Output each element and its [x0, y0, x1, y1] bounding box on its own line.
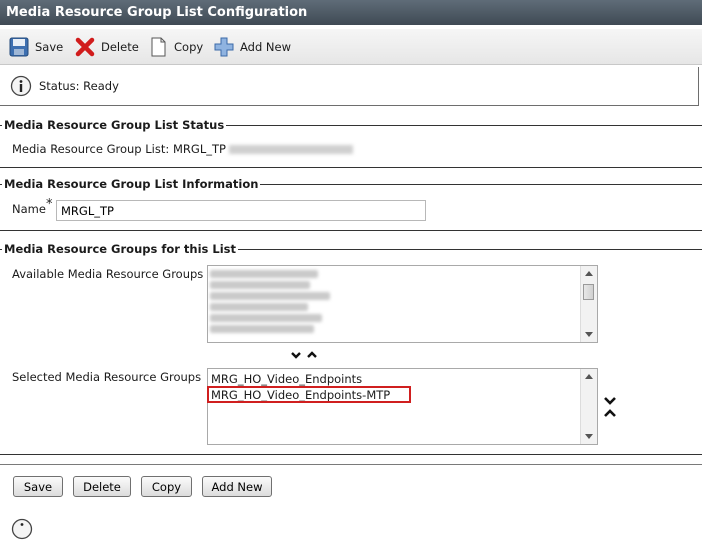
- toolbar-add-new-button[interactable]: Add New: [213, 36, 291, 58]
- selected-groups-label: Selected Media Resource Groups: [12, 370, 202, 384]
- toolbar-add-new-label: Add New: [240, 40, 292, 54]
- mrgl-status-legend: Media Resource Group List Status: [4, 118, 225, 132]
- scroll-up-icon[interactable]: [585, 374, 593, 379]
- status-text: Status: Ready: [39, 79, 119, 93]
- scroll-up-icon[interactable]: [585, 271, 593, 276]
- redacted-text: [229, 145, 353, 154]
- divider: [0, 464, 702, 465]
- selected-scrollbar[interactable]: [580, 369, 597, 444]
- selection-highlight: [207, 386, 411, 403]
- toolbar: Save Delete Copy Add New: [0, 29, 702, 65]
- toolbar-delete-button[interactable]: Delete: [74, 36, 139, 58]
- required-mark: *: [46, 197, 53, 212]
- toolbar-copy-label: Copy: [174, 40, 204, 54]
- name-input[interactable]: [56, 200, 426, 221]
- available-groups-label: Available Media Resource Groups: [12, 267, 204, 281]
- info-icon: [10, 75, 32, 97]
- move-arrows-icon[interactable]: [290, 350, 320, 360]
- scroll-down-icon[interactable]: [585, 332, 593, 337]
- window-title: Media Resource Group List Configuration: [0, 0, 702, 25]
- toolbar-delete-label: Delete: [101, 40, 139, 54]
- mrgl-status-value: MRGL_TP: [173, 142, 226, 156]
- available-scrollbar[interactable]: [580, 266, 597, 342]
- list-item[interactable]: MRG_HO_Video_Endpoints: [211, 372, 362, 386]
- save-icon: [9, 37, 29, 57]
- available-groups-list[interactable]: [207, 265, 598, 343]
- delete-button[interactable]: Delete: [73, 476, 131, 497]
- toolbar-copy-button[interactable]: Copy: [147, 36, 203, 58]
- list-item[interactable]: [210, 292, 330, 300]
- mrgl-info-legend: Media Resource Group List Information: [4, 177, 259, 191]
- list-item[interactable]: [210, 325, 314, 333]
- copy-button[interactable]: Copy: [141, 476, 192, 497]
- copy-icon: [151, 37, 166, 57]
- scroll-thumb[interactable]: [583, 284, 594, 300]
- add-icon: [214, 37, 234, 57]
- list-item[interactable]: [210, 281, 310, 289]
- scroll-down-icon[interactable]: [585, 434, 593, 439]
- toolbar-save-button[interactable]: Save: [8, 36, 63, 58]
- status-panel: Status: Ready: [0, 67, 699, 106]
- name-label: Name: [12, 202, 46, 216]
- mrg-legend: Media Resource Groups for this List: [4, 242, 237, 256]
- toolbar-save-label: Save: [35, 40, 64, 54]
- list-item[interactable]: [210, 270, 318, 278]
- save-button[interactable]: Save: [13, 476, 63, 497]
- selected-groups-list[interactable]: MRG_HO_Video_Endpoints MRG_HO_Video_Endp…: [207, 368, 598, 445]
- list-item[interactable]: [210, 314, 322, 322]
- info-icon: [11, 518, 33, 540]
- add-new-button[interactable]: Add New: [202, 476, 272, 497]
- delete-icon: [75, 37, 95, 57]
- list-item[interactable]: [210, 303, 308, 311]
- mrgl-status-label: Media Resource Group List:: [12, 142, 170, 156]
- reorder-arrows-icon[interactable]: [603, 395, 617, 421]
